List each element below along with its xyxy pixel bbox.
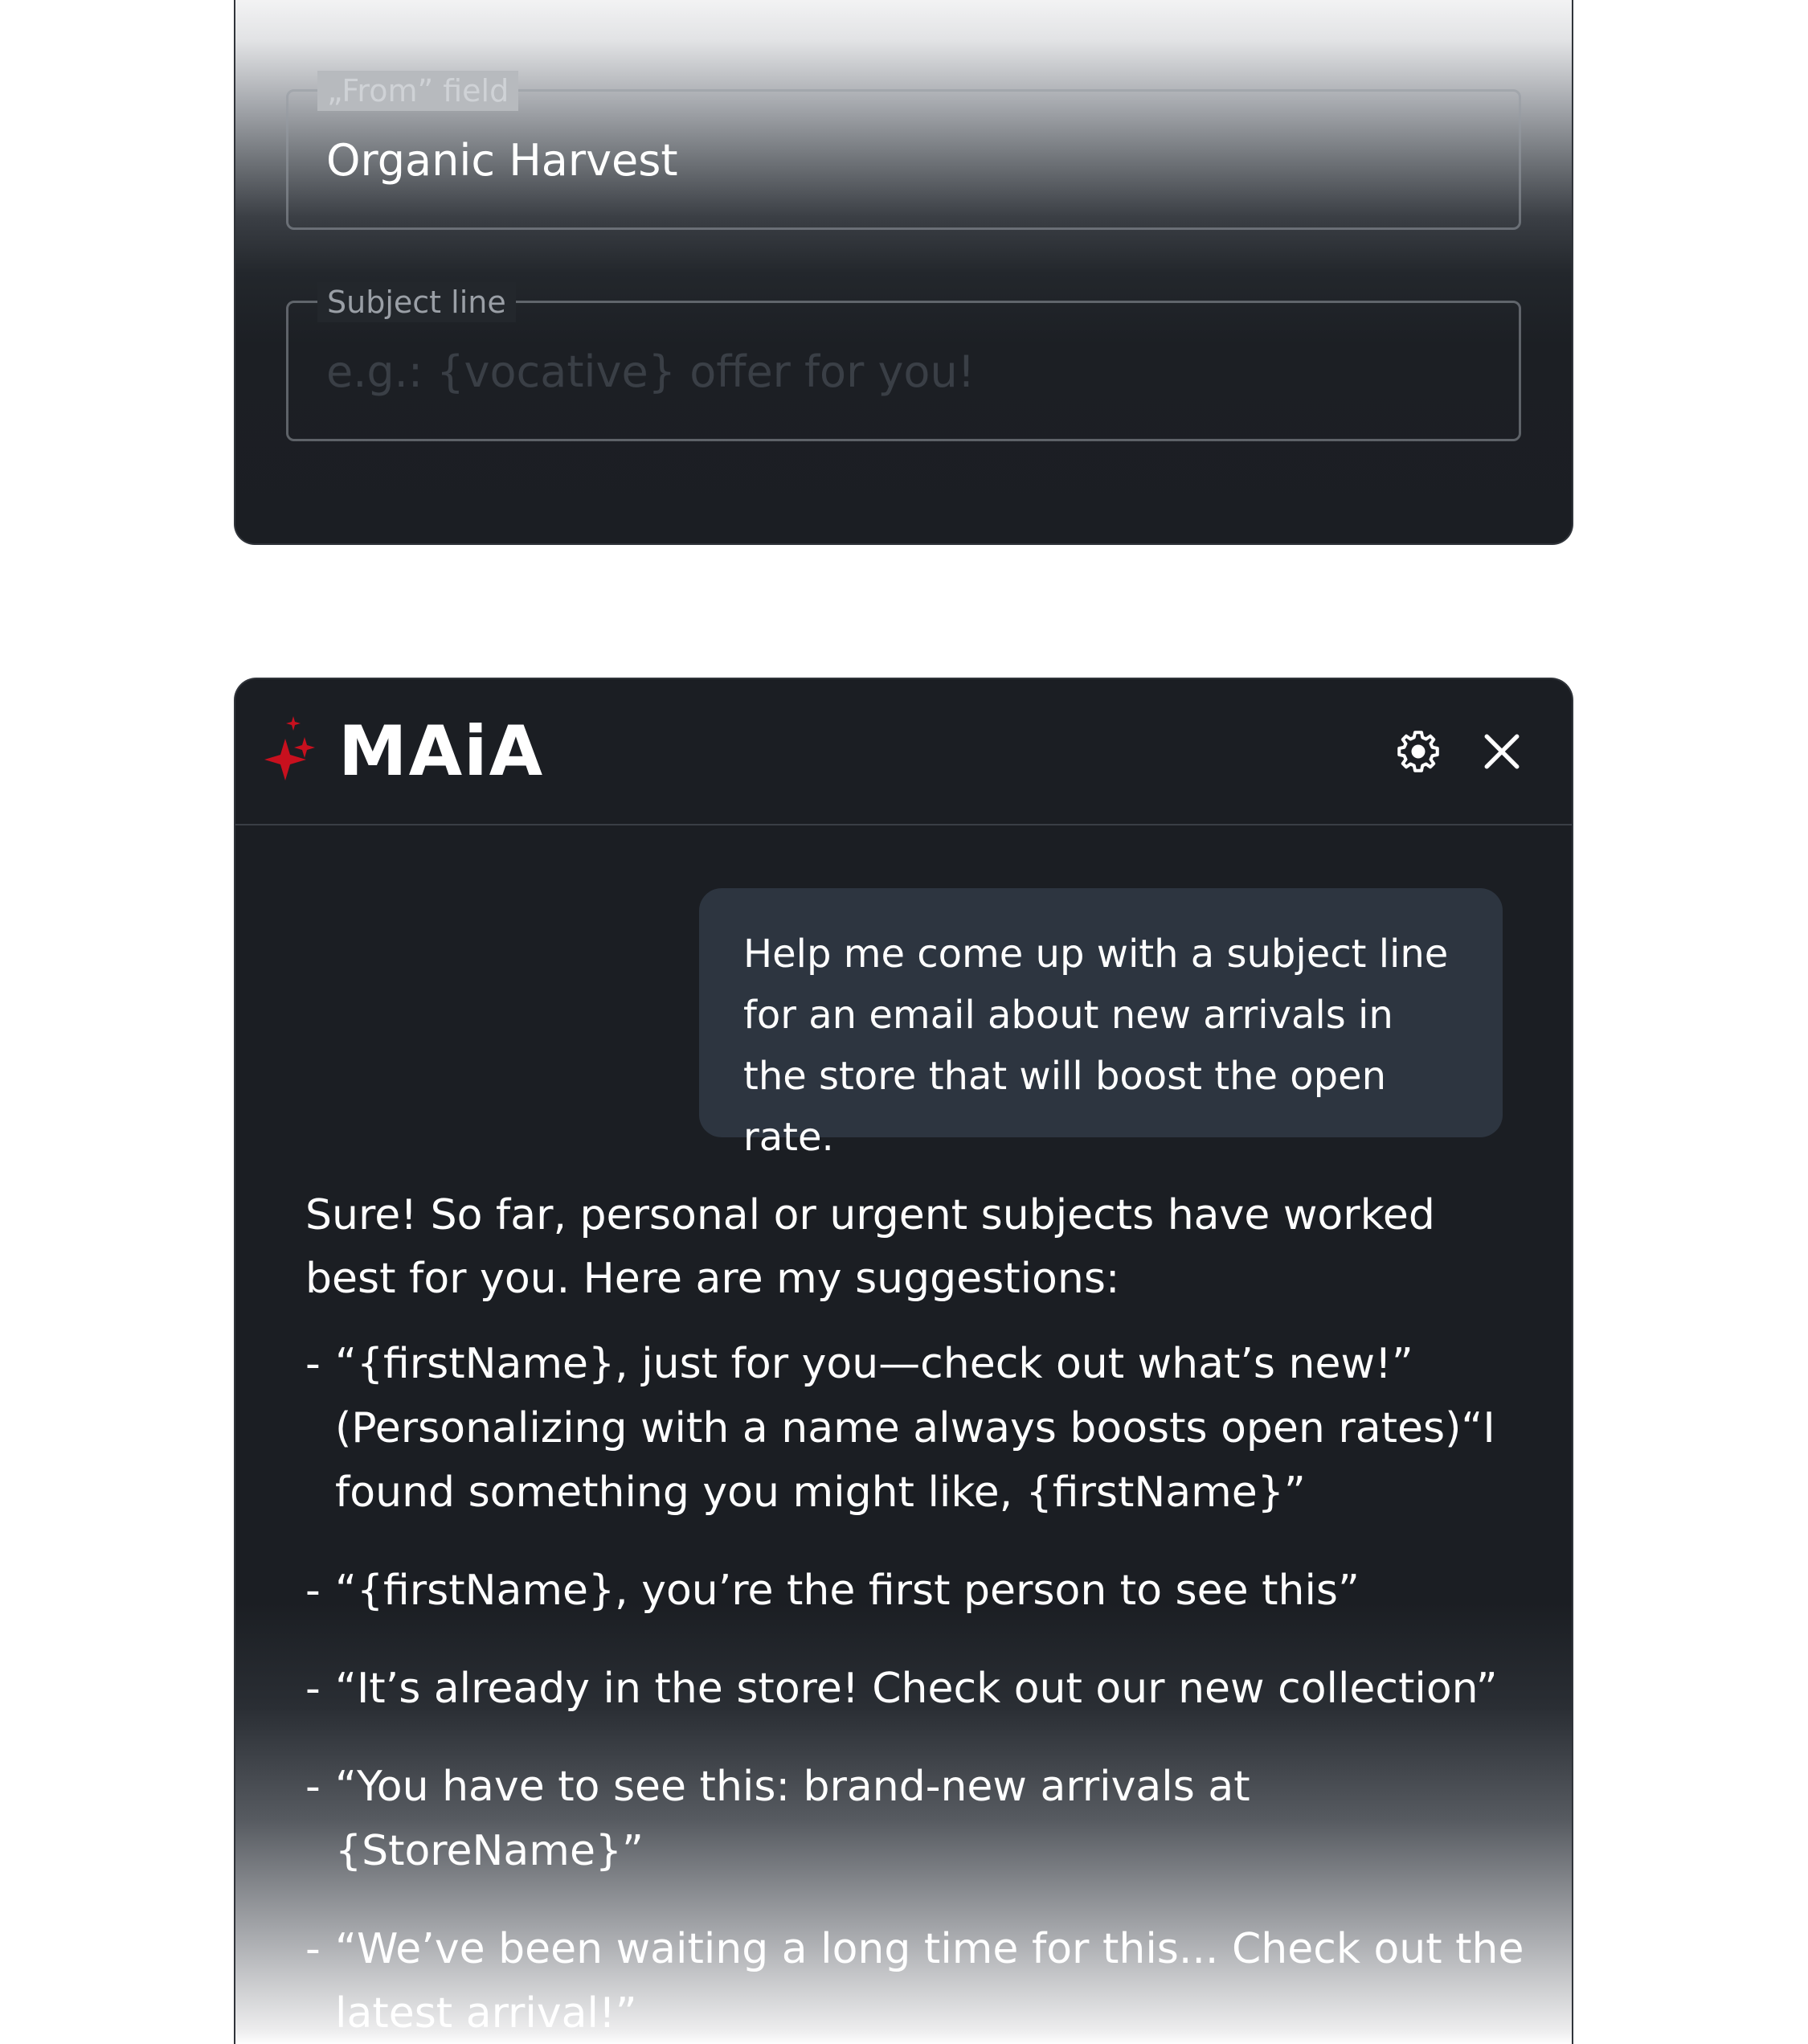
suggestion-item: “{firstName}, just for you—check out wha… <box>305 1332 1527 1525</box>
suggestion-item: “You have to see this: brand-new arrival… <box>305 1755 1527 1883</box>
suggestion-item: “We’ve been waiting a long time for this… <box>305 1917 1527 2044</box>
suggestion-item: “{firstName}, you’re the first person to… <box>305 1559 1527 1623</box>
from-field-value[interactable]: Organic Harvest <box>326 133 1483 188</box>
suggestion-list: “{firstName}, just for you—check out wha… <box>305 1332 1527 2044</box>
close-button[interactable] <box>1475 724 1529 779</box>
sparkle-icon <box>264 716 315 780</box>
from-field-label: „From” field <box>317 71 519 111</box>
suggestion-item: “It’s already in the store! Check out ou… <box>305 1657 1527 1721</box>
settings-button[interactable] <box>1391 724 1446 779</box>
subject-line-label: Subject line <box>317 282 516 322</box>
brand-logo-text: MAiA <box>338 711 545 792</box>
assistant-message: Sure! So far, personal or urgent subject… <box>305 1184 1527 2044</box>
user-message-bubble: Help me come up with a subject line for … <box>699 888 1503 1160</box>
gear-icon <box>1397 731 1439 772</box>
subject-line-input[interactable] <box>326 345 1483 399</box>
from-field[interactable]: „From” field Organic Harvest <box>286 71 1521 230</box>
email-settings-card: „From” field Organic Harvest Subject lin… <box>234 0 1573 545</box>
chat-header: MAiA <box>235 679 1572 825</box>
user-message-text: Help me come up with a subject line for … <box>743 932 1449 1160</box>
maia-chat-panel: MAiA Help me come up with a subject line… <box>234 678 1573 2044</box>
assistant-intro: Sure! So far, personal or urgent subject… <box>305 1191 1435 1303</box>
subject-line-field[interactable]: Subject line <box>286 282 1521 441</box>
close-icon <box>1484 734 1520 769</box>
